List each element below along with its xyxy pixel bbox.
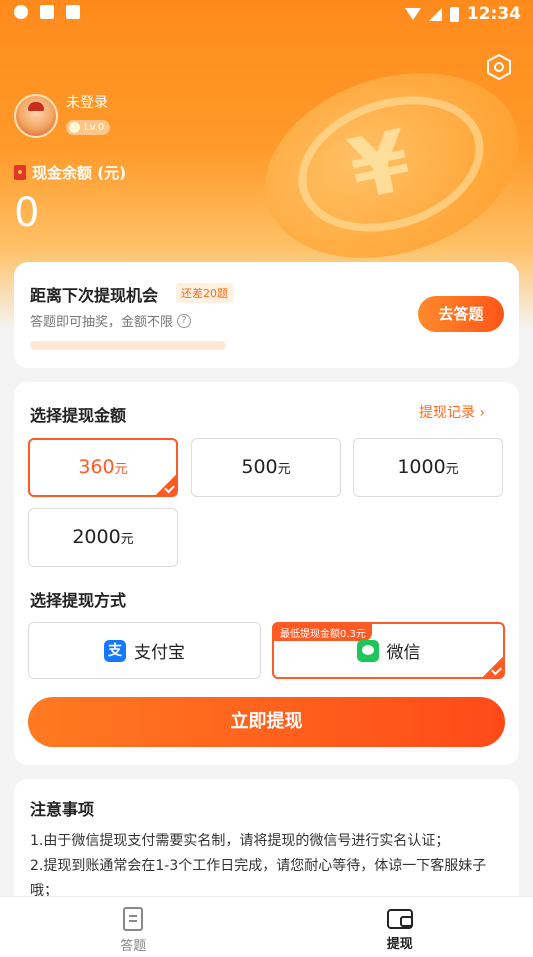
amount-option-1000[interactable]: 1000元 [353, 438, 503, 497]
check-icon [482, 656, 504, 678]
nav-tab-answer[interactable]: 答题 [0, 897, 267, 957]
method-section-title: 选择提现方式 [30, 591, 127, 610]
document-icon [123, 907, 144, 931]
next-chance-subtitle: 答题即可抽奖，金额不限 ? [30, 311, 192, 330]
app-notification-icon [66, 5, 80, 19]
avatar[interactable] [14, 94, 58, 138]
settings-icon[interactable] [486, 54, 512, 80]
notification-icon [14, 5, 28, 19]
amount-option-2000[interactable]: 2000元 [28, 508, 178, 567]
chevron-right-icon: › [479, 405, 486, 421]
level-badge: Lv.0 [66, 120, 111, 135]
withdraw-now-button[interactable]: 立即提现 [28, 697, 505, 747]
download-icon [40, 5, 54, 19]
balance-label: 现金余额 (元) [14, 162, 126, 183]
help-icon[interactable]: ? [177, 313, 192, 328]
remaining-badge: 还差20题 [176, 283, 233, 303]
note-item: 1.由于微信提现支付需要实名制，请将提现的微信号进行实名认证； [30, 833, 450, 849]
alipay-icon: 支 [104, 639, 126, 662]
balance-value: 0 [14, 190, 40, 236]
withdraw-card: 选择提现金额 提现记录 › 360元 500元 1000元 2000元 选择提现… [14, 382, 519, 765]
battery-icon [449, 6, 459, 22]
go-answer-button[interactable]: 去答题 [418, 296, 504, 332]
method-alipay[interactable]: 支 支付宝 [28, 622, 261, 679]
method-wechat[interactable]: 最低提现金额0.3元 微信 [272, 622, 505, 679]
amount-section-title: 选择提现金额 [30, 406, 127, 425]
check-icon [155, 474, 177, 496]
amount-option-500[interactable]: 500元 [191, 438, 341, 497]
signal-icon [428, 7, 442, 21]
notes-list: 1.由于微信提现支付需要实名制，请将提现的微信号进行实名认证； 2.提现到账通常… [30, 829, 508, 904]
wifi-icon [404, 8, 421, 20]
withdraw-history-link[interactable]: 提现记录 › [419, 402, 485, 422]
username[interactable]: 未登录 [66, 92, 108, 112]
nav-tab-withdraw[interactable]: 提现 [267, 897, 533, 957]
status-bar: 12:34 [0, 0, 533, 30]
next-chance-title: 距离下次提现机会 [30, 286, 159, 305]
progress-bar [30, 341, 226, 350]
min-amount-tag: 最低提现金额0.3元 [274, 624, 372, 641]
amount-option-360[interactable]: 360元 [28, 438, 178, 497]
red-packet-icon [14, 165, 26, 180]
clock: 12:34 [466, 4, 521, 24]
wechat-icon [356, 639, 379, 662]
bottom-nav: 答题 提现 [0, 896, 533, 957]
next-chance-card: 距离下次提现机会 还差20题 答题即可抽奖，金额不限 ? 去答题 [14, 262, 519, 368]
notes-title: 注意事项 [30, 800, 95, 819]
wallet-icon [386, 909, 413, 929]
